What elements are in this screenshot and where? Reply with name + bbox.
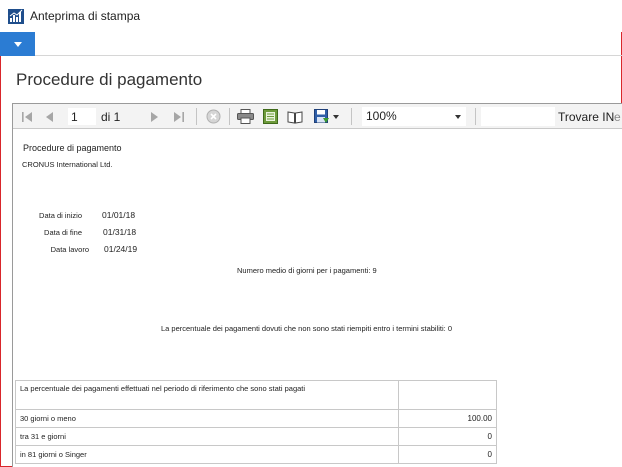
row-value: 0 <box>398 445 497 464</box>
report-title: Procedure di pagamento <box>23 143 122 153</box>
table-row: tra 31 e giorni 0 <box>14 427 497 446</box>
stop-button[interactable] <box>202 104 224 129</box>
row-label: tra 31 e giorni <box>14 427 400 446</box>
app-menu-button[interactable] <box>0 32 35 56</box>
report-page: Procedure di pagamento CRONUS Internatio… <box>13 130 622 467</box>
save-disk-icon <box>313 109 329 123</box>
end-date-value: 01/31/18 <box>103 227 137 237</box>
payments-table: La percentuale dei pagamenti effettuati … <box>14 380 497 464</box>
toolbar-separator <box>475 108 476 125</box>
toolbar-separator <box>229 108 230 125</box>
stop-icon <box>206 109 220 124</box>
window-title: Anteprima di stampa <box>30 9 141 23</box>
report-toolbar: di 1 100% Trovare IN <box>13 104 622 129</box>
start-date-label: Data di inizio <box>39 211 82 220</box>
table-row: in 81 giorni o Singer 0 <box>14 445 497 464</box>
page-layout-icon <box>262 109 278 124</box>
last-page-button[interactable] <box>168 104 190 129</box>
row-label: in 81 giorni o Singer <box>14 445 400 464</box>
page-setup-button[interactable] <box>284 104 306 129</box>
next-page-icon <box>151 111 158 122</box>
first-page-button[interactable] <box>16 104 38 129</box>
last-page-icon <box>174 111 184 122</box>
previous-page-button[interactable] <box>39 104 61 129</box>
export-button[interactable] <box>310 104 342 129</box>
page-title: Procedure di pagamento <box>16 70 203 89</box>
table-row: 30 giorni o meno 100.00 <box>14 409 497 428</box>
find-next-link[interactable]: e <box>614 110 621 124</box>
row-label: 30 giorni o meno <box>14 409 400 428</box>
average-days-text: Numero medio di giorni per i pagamenti: … <box>237 266 377 275</box>
find-text-input[interactable] <box>481 107 555 126</box>
chevron-down-icon <box>455 115 461 119</box>
work-date-label: Data lavoro <box>50 245 89 254</box>
page-number-input[interactable] <box>68 108 96 125</box>
app-chart-icon <box>8 9 24 24</box>
previous-page-icon <box>46 111 53 122</box>
zoom-select[interactable]: 100% <box>362 107 466 126</box>
next-page-button[interactable] <box>143 104 165 129</box>
printer-icon <box>236 109 254 124</box>
row-value: 0 <box>398 427 497 446</box>
company-name: CRONUS International Ltd. <box>22 160 113 169</box>
report-viewer: di 1 100% Trovare IN <box>12 103 622 467</box>
page-count-label: di 1 <box>101 110 121 124</box>
overdue-percentage-text: La percentuale dei pagamenti dovuti che … <box>161 324 452 333</box>
find-link[interactable]: Trovare IN <box>558 110 614 124</box>
toolbar-separator <box>196 108 197 125</box>
print-layout-button[interactable] <box>259 104 281 129</box>
table-header-cell: La percentuale dei pagamenti effettuati … <box>14 380 400 410</box>
title-bar: Anteprima di stampa <box>0 0 622 32</box>
chevron-down-icon <box>332 114 339 119</box>
chevron-down-icon <box>13 41 22 47</box>
row-value: 100.00 <box>398 409 497 428</box>
table-header-row: La percentuale dei pagamenti effettuati … <box>14 380 497 410</box>
open-book-icon <box>287 110 303 124</box>
work-date-value: 01/24/19 <box>104 244 138 254</box>
end-date-label: Data di fine <box>44 228 82 237</box>
print-button[interactable] <box>234 104 256 129</box>
start-date-value: 01/01/18 <box>102 210 136 220</box>
first-page-icon <box>22 111 32 122</box>
zoom-value: 100% <box>366 109 397 123</box>
table-header-value-cell <box>398 380 497 410</box>
toolbar-separator <box>351 108 352 125</box>
ribbon-divider <box>35 55 622 56</box>
